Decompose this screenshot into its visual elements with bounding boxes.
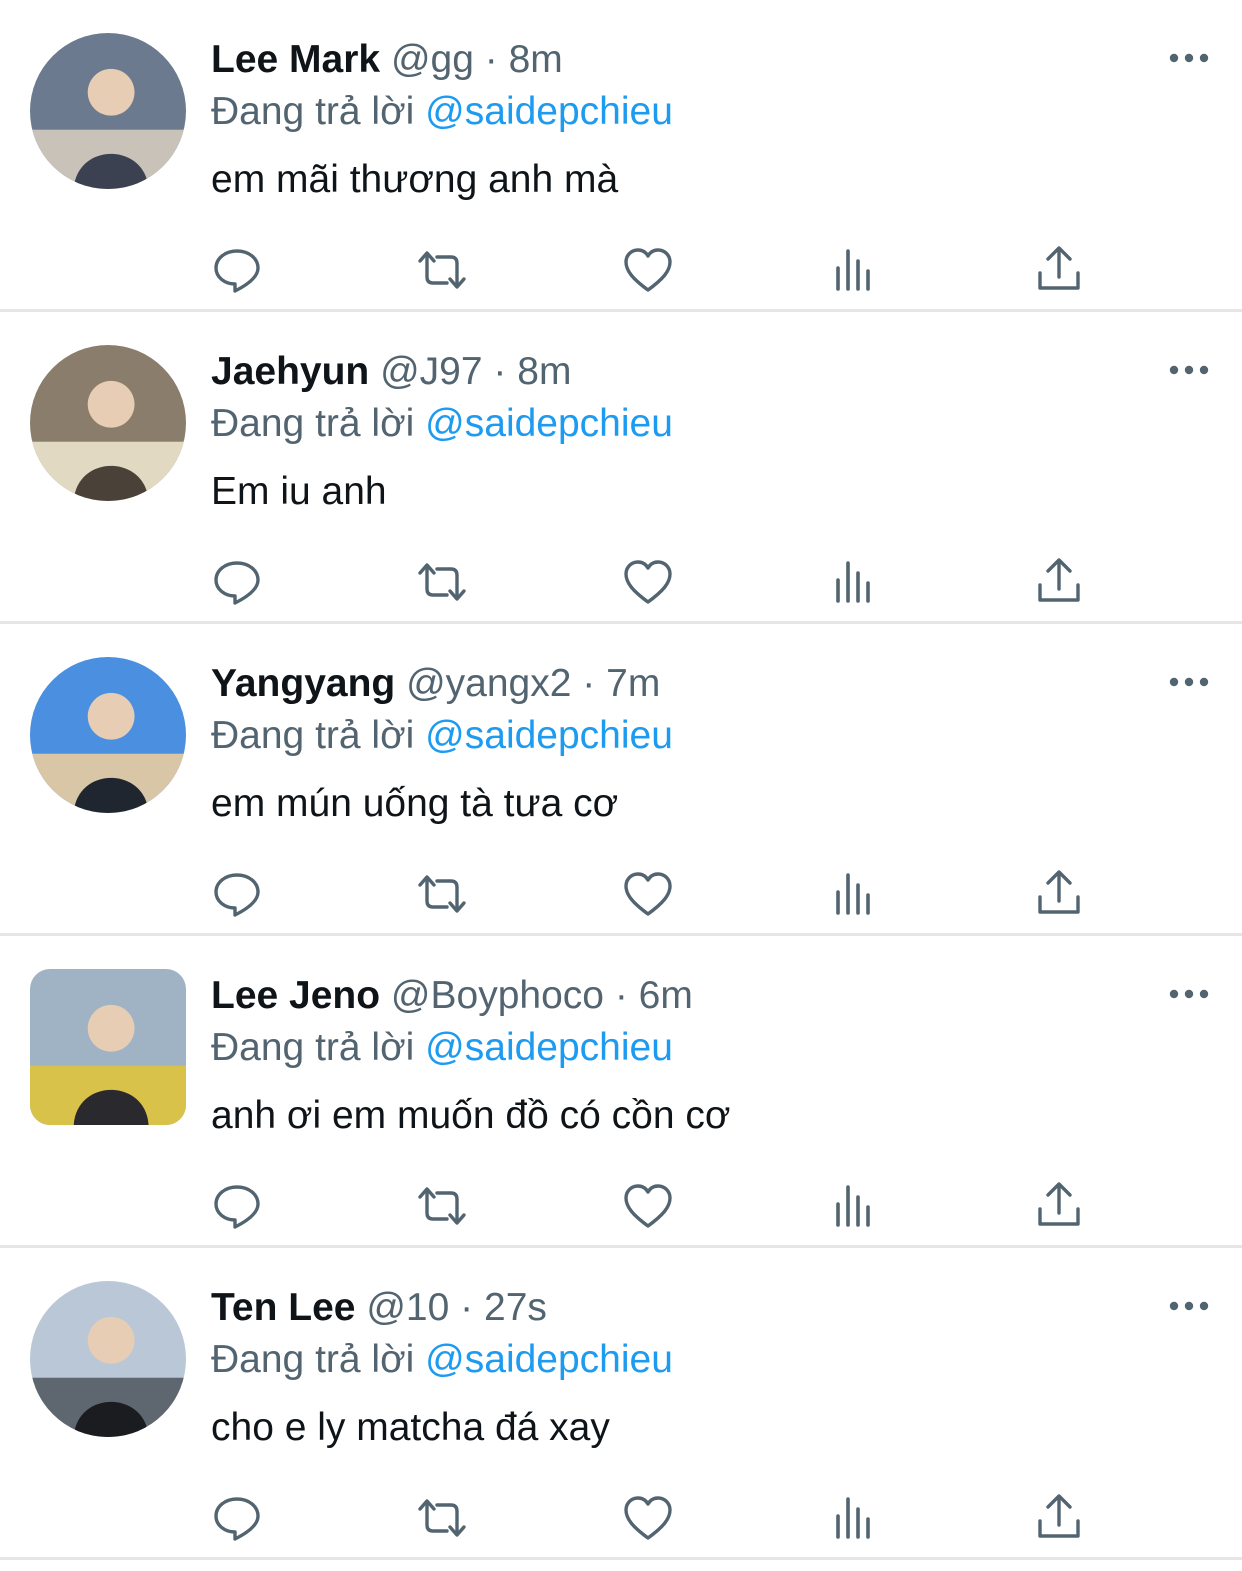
avatar[interactable] bbox=[30, 969, 186, 1125]
timestamp[interactable]: 6m bbox=[639, 974, 693, 1017]
more-icon[interactable] bbox=[1168, 1294, 1210, 1318]
reply-feed: Lee Mark @gg · 8m Đang trả lời @saidepch… bbox=[0, 0, 1242, 1560]
share-icon[interactable] bbox=[1032, 1491, 1086, 1545]
retweet-icon[interactable] bbox=[415, 1179, 469, 1233]
separator: · bbox=[484, 38, 498, 81]
tweet[interactable]: Lee Mark @gg · 8m Đang trả lời @saidepch… bbox=[0, 0, 1242, 312]
views-icon[interactable] bbox=[827, 555, 881, 609]
heart-icon[interactable] bbox=[621, 867, 675, 921]
heart-icon[interactable] bbox=[621, 1491, 675, 1545]
display-name[interactable]: Yangyang bbox=[211, 662, 395, 705]
timestamp[interactable]: 27s bbox=[484, 1286, 547, 1329]
tweet[interactable]: Jaehyun @J97 · 8m Đang trả lời @saidepch… bbox=[0, 312, 1242, 624]
tweet[interactable]: Yangyang @yangx2 · 7m Đang trả lời @said… bbox=[0, 624, 1242, 936]
reply-mention[interactable]: @saidepchieu bbox=[425, 1338, 673, 1381]
tweet-header: Yangyang @yangx2 · 7m bbox=[211, 660, 660, 708]
retweet-icon[interactable] bbox=[415, 1491, 469, 1545]
handle[interactable]: @Boyphoco bbox=[391, 974, 604, 1017]
tweet-text: em mãi thương anh mà bbox=[211, 158, 619, 201]
timestamp[interactable]: 7m bbox=[606, 662, 660, 705]
timestamp[interactable]: 8m bbox=[509, 38, 563, 81]
share-icon[interactable] bbox=[1032, 1179, 1086, 1233]
views-icon[interactable] bbox=[827, 1179, 881, 1233]
tweet-actions bbox=[0, 1179, 1242, 1233]
reply-icon[interactable] bbox=[210, 243, 264, 297]
reply-prefix: Đang trả lời bbox=[211, 90, 415, 133]
reply-mention[interactable]: @saidepchieu bbox=[425, 1026, 673, 1069]
reply-icon[interactable] bbox=[210, 1491, 264, 1545]
share-icon[interactable] bbox=[1032, 867, 1086, 921]
tweet-actions bbox=[0, 555, 1242, 609]
reply-prefix: Đang trả lời bbox=[211, 1338, 415, 1381]
tweet-text: em mún uống tà tưa cơ bbox=[211, 782, 619, 825]
retweet-icon[interactable] bbox=[415, 555, 469, 609]
separator: · bbox=[614, 974, 628, 1017]
reply-prefix: Đang trả lời bbox=[211, 714, 415, 757]
more-icon[interactable] bbox=[1168, 670, 1210, 694]
tweet-header: Lee Mark @gg · 8m bbox=[211, 36, 563, 84]
reply-prefix: Đang trả lời bbox=[211, 402, 415, 445]
retweet-icon[interactable] bbox=[415, 243, 469, 297]
reply-prefix: Đang trả lời bbox=[211, 1026, 415, 1069]
tweet-text: cho e ly matcha đá xay bbox=[211, 1406, 610, 1449]
more-icon[interactable] bbox=[1168, 358, 1210, 382]
views-icon[interactable] bbox=[827, 1491, 881, 1545]
reply-context: Đang trả lời @saidepchieu bbox=[211, 712, 673, 760]
reply-icon[interactable] bbox=[210, 555, 264, 609]
reply-context: Đang trả lời @saidepchieu bbox=[211, 400, 673, 448]
handle[interactable]: @gg bbox=[391, 38, 474, 81]
reply-mention[interactable]: @saidepchieu bbox=[425, 402, 673, 445]
heart-icon[interactable] bbox=[621, 555, 675, 609]
tweet-actions bbox=[0, 243, 1242, 297]
reply-context: Đang trả lời @saidepchieu bbox=[211, 1336, 673, 1384]
tweet[interactable]: Lee Jeno @Boyphoco · 6m Đang trả lời @sa… bbox=[0, 936, 1242, 1248]
avatar[interactable] bbox=[30, 345, 186, 501]
avatar[interactable] bbox=[30, 1281, 186, 1437]
heart-icon[interactable] bbox=[621, 243, 675, 297]
avatar[interactable] bbox=[30, 33, 186, 189]
views-icon[interactable] bbox=[827, 867, 881, 921]
tweet[interactable]: Ten Lee @10 · 27s Đang trả lời @saidepch… bbox=[0, 1248, 1242, 1560]
display-name[interactable]: Ten Lee bbox=[211, 1286, 355, 1329]
tweet-text: anh ơi em muốn đồ có cồn cơ bbox=[211, 1094, 731, 1137]
share-icon[interactable] bbox=[1032, 243, 1086, 297]
tweet-header: Lee Jeno @Boyphoco · 6m bbox=[211, 972, 693, 1020]
display-name[interactable]: Lee Mark bbox=[211, 38, 380, 81]
reply-context: Đang trả lời @saidepchieu bbox=[211, 88, 673, 136]
tweet-header: Ten Lee @10 · 27s bbox=[211, 1284, 547, 1332]
display-name[interactable]: Jaehyun bbox=[211, 350, 369, 393]
retweet-icon[interactable] bbox=[415, 867, 469, 921]
handle[interactable]: @yangx2 bbox=[406, 662, 571, 705]
avatar[interactable] bbox=[30, 657, 186, 813]
separator: · bbox=[460, 1286, 474, 1329]
reply-mention[interactable]: @saidepchieu bbox=[425, 714, 673, 757]
timestamp[interactable]: 8m bbox=[517, 350, 571, 393]
separator: · bbox=[582, 662, 596, 705]
handle[interactable]: @10 bbox=[366, 1286, 449, 1329]
heart-icon[interactable] bbox=[621, 1179, 675, 1233]
reply-icon[interactable] bbox=[210, 1179, 264, 1233]
tweet-text: Em iu anh bbox=[211, 470, 387, 513]
display-name[interactable]: Lee Jeno bbox=[211, 974, 380, 1017]
tweet-actions bbox=[0, 1491, 1242, 1545]
reply-icon[interactable] bbox=[210, 867, 264, 921]
separator: · bbox=[493, 350, 507, 393]
more-icon[interactable] bbox=[1168, 46, 1210, 70]
reply-context: Đang trả lời @saidepchieu bbox=[211, 1024, 673, 1072]
share-icon[interactable] bbox=[1032, 555, 1086, 609]
more-icon[interactable] bbox=[1168, 982, 1210, 1006]
tweet-header: Jaehyun @J97 · 8m bbox=[211, 348, 571, 396]
views-icon[interactable] bbox=[827, 243, 881, 297]
reply-mention[interactable]: @saidepchieu bbox=[425, 90, 673, 133]
tweet-actions bbox=[0, 867, 1242, 921]
handle[interactable]: @J97 bbox=[380, 350, 482, 393]
